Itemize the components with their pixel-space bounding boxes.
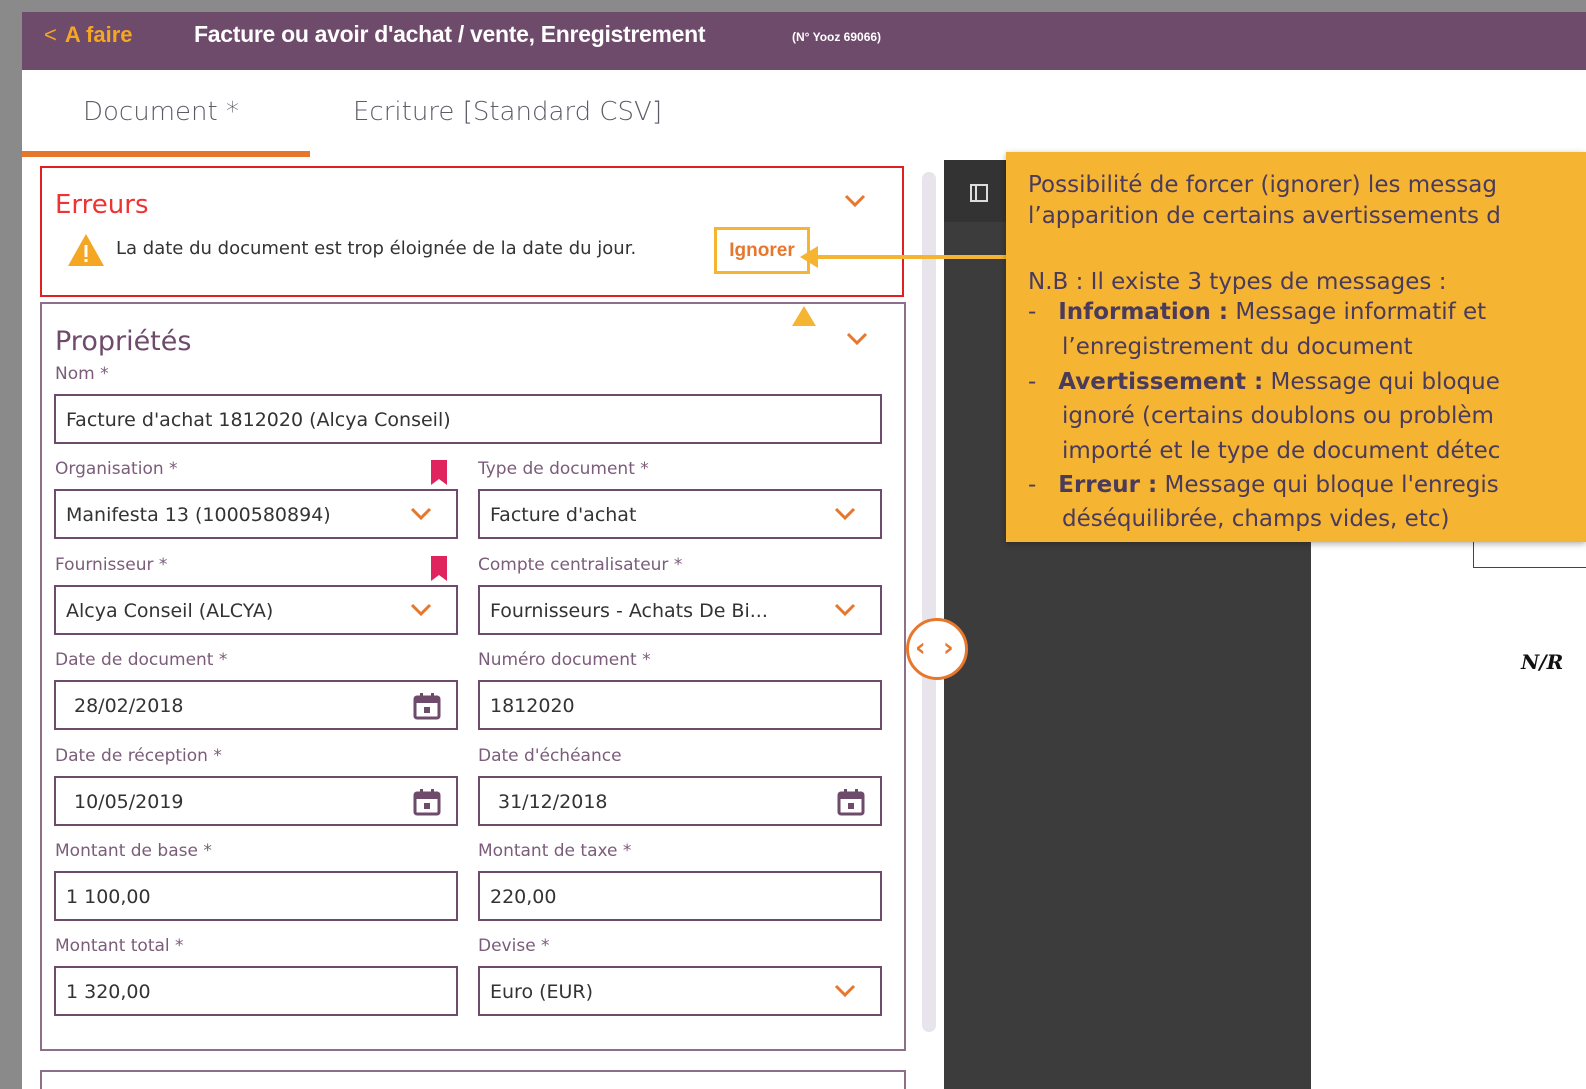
- callout-avertissement-cont1: ignoré (certains doublons ou problèm: [1062, 403, 1494, 429]
- tab-document[interactable]: Document *: [83, 97, 239, 127]
- scrollbar[interactable]: [922, 172, 936, 1032]
- compte-label: Compte centralisateur *: [478, 555, 683, 575]
- tab-ecriture[interactable]: Ecriture [Standard CSV]: [353, 97, 662, 127]
- calendar-icon[interactable]: [412, 787, 442, 817]
- chevron-down-icon: [834, 603, 856, 617]
- callout-erreur: - Erreur : Message qui bloque l'enregis: [1028, 468, 1499, 502]
- organisation-value: Manifesta 13 (1000580894): [66, 504, 331, 526]
- back-button[interactable]: < A faire: [44, 22, 133, 48]
- chevron-down-icon[interactable]: [844, 194, 866, 208]
- numero-document-label: Numéro document *: [478, 650, 651, 670]
- devise-label: Devise *: [478, 936, 550, 956]
- avertissement-text: Message qui bloque: [1263, 369, 1500, 395]
- chevron-down-icon: [410, 507, 432, 521]
- compte-value: Fournisseurs - Achats De Bi...: [490, 600, 768, 622]
- callout-avertissement: - Avertissement : Message qui bloque: [1028, 365, 1500, 399]
- next-section: [40, 1070, 906, 1089]
- chevron-down-icon: [410, 603, 432, 617]
- callout-information-cont: l’enregistrement du document: [1062, 334, 1413, 360]
- callout-line-3: N.B : Il existe 3 types de messages :: [1028, 269, 1447, 295]
- callout-erreur-cont: déséquilibrée, champs vides, etc): [1062, 506, 1450, 532]
- numero-document-input[interactable]: 1812020: [478, 680, 882, 730]
- page-text: N/R: [1521, 650, 1564, 674]
- sidebar-toggle-icon[interactable]: [970, 184, 988, 202]
- active-tab-indicator: [22, 151, 310, 157]
- date-reception-label: Date de réception *: [55, 746, 222, 766]
- erreur-term: Erreur :: [1058, 472, 1158, 498]
- compte-select[interactable]: Fournisseurs - Achats De Bi...: [478, 585, 882, 635]
- chevron-down-icon[interactable]: [846, 332, 868, 346]
- devise-value: Euro (EUR): [490, 981, 594, 1003]
- calendar-icon[interactable]: [836, 787, 866, 817]
- date-echeance-value: 31/12/2018: [498, 791, 608, 813]
- devise-select[interactable]: Euro (EUR): [478, 966, 882, 1016]
- bookmark-icon[interactable]: [431, 556, 447, 581]
- date-echeance-label: Date d'échéance: [478, 746, 622, 766]
- montant-base-value: 1 100,00: [66, 886, 151, 908]
- date-reception-input[interactable]: 10/05/2019: [54, 776, 458, 826]
- errors-title: Erreurs: [55, 190, 149, 220]
- document-page: N/R: [1311, 510, 1586, 1089]
- callout-line-1: Possibilité de forcer (ignorer) les mess…: [1028, 172, 1497, 198]
- top-bar: < A faire Facture ou avoir d'achat / vent…: [22, 12, 1586, 70]
- nom-label: Nom *: [55, 364, 109, 384]
- bullet-dash: -: [1028, 369, 1037, 395]
- date-echeance-input[interactable]: 31/12/2018: [478, 776, 882, 826]
- date-document-label: Date de document *: [55, 650, 228, 670]
- avertissement-term: Avertissement :: [1058, 369, 1264, 395]
- chevron-left-icon: <: [44, 22, 57, 47]
- montant-total-value: 1 320,00: [66, 981, 151, 1003]
- type-document-value: Facture d'achat: [490, 504, 637, 526]
- callout-avertissement-cont2: importé et le type de document détec: [1062, 438, 1501, 464]
- back-label: A faire: [64, 22, 133, 47]
- properties-title: Propriétés: [55, 326, 192, 357]
- app-window: < A faire Facture ou avoir d'achat / vent…: [22, 12, 1586, 1089]
- warning-icon: [68, 234, 104, 266]
- organisation-select[interactable]: Manifesta 13 (1000580894): [54, 489, 458, 539]
- bullet-dash: -: [1028, 472, 1037, 498]
- error-message: La date du document est trop éloignée de…: [116, 238, 637, 259]
- bullet-dash: -: [1028, 299, 1037, 325]
- type-document-select[interactable]: Facture d'achat: [478, 489, 882, 539]
- montant-total-input[interactable]: 1 320,00: [54, 966, 458, 1016]
- fournisseur-select[interactable]: Alcya Conseil (ALCYA): [54, 585, 458, 635]
- montant-base-input[interactable]: 1 100,00: [54, 871, 458, 921]
- panel-splitter[interactable]: ‹ ›: [906, 618, 968, 680]
- date-document-input[interactable]: 28/02/2018: [54, 680, 458, 730]
- erreur-text: Message qui bloque l'enregis: [1157, 472, 1499, 498]
- date-document-value: 28/02/2018: [74, 695, 184, 717]
- chevron-down-icon: [834, 507, 856, 521]
- fournisseur-label: Fournisseur *: [55, 555, 168, 575]
- ignore-button[interactable]: Ignorer: [714, 227, 810, 274]
- page-title: Facture ou avoir d'achat / vente, Enregi…: [194, 21, 706, 47]
- montant-base-label: Montant de base *: [55, 841, 212, 861]
- information-term: Information :: [1058, 299, 1229, 325]
- montant-total-label: Montant total *: [55, 936, 184, 956]
- callout-line-2: l’apparition de certains avertissements …: [1028, 203, 1501, 229]
- organisation-label: Organisation *: [55, 459, 178, 479]
- type-document-label: Type de document *: [478, 459, 649, 479]
- information-text: Message informatif et: [1228, 299, 1487, 325]
- bookmark-icon[interactable]: [431, 460, 447, 485]
- montant-taxe-value: 220,00: [490, 886, 557, 908]
- chevron-down-icon: [834, 984, 856, 998]
- montant-taxe-input[interactable]: 220,00: [478, 871, 882, 921]
- chevron-left-icon: ‹: [915, 633, 926, 663]
- chevron-right-icon: ›: [943, 633, 954, 663]
- montant-taxe-label: Montant de taxe *: [478, 841, 632, 861]
- callout-information: - Information : Message informatif et: [1028, 295, 1486, 329]
- numero-document-value: 1812020: [490, 695, 575, 717]
- errors-section: Erreurs La date du document est trop élo…: [40, 166, 904, 297]
- nom-input[interactable]: Facture d'achat 1812020 (Alcya Conseil): [54, 394, 882, 444]
- annotation-callout: Possibilité de forcer (ignorer) les mess…: [1006, 152, 1586, 542]
- callout-connector: [816, 255, 1006, 259]
- tab-bar: Document * Ecriture [Standard CSV]: [22, 70, 922, 160]
- nom-value: Facture d'achat 1812020 (Alcya Conseil): [66, 409, 451, 431]
- calendar-icon[interactable]: [412, 691, 442, 721]
- yooz-reference: (N° Yooz 69066): [792, 30, 882, 44]
- fournisseur-value: Alcya Conseil (ALCYA): [66, 600, 274, 622]
- form-panel: Erreurs La date du document est trop élo…: [22, 160, 934, 1089]
- properties-section: Propriétés Nom * Facture d'achat 1812020…: [40, 302, 906, 1051]
- date-reception-value: 10/05/2019: [74, 791, 184, 813]
